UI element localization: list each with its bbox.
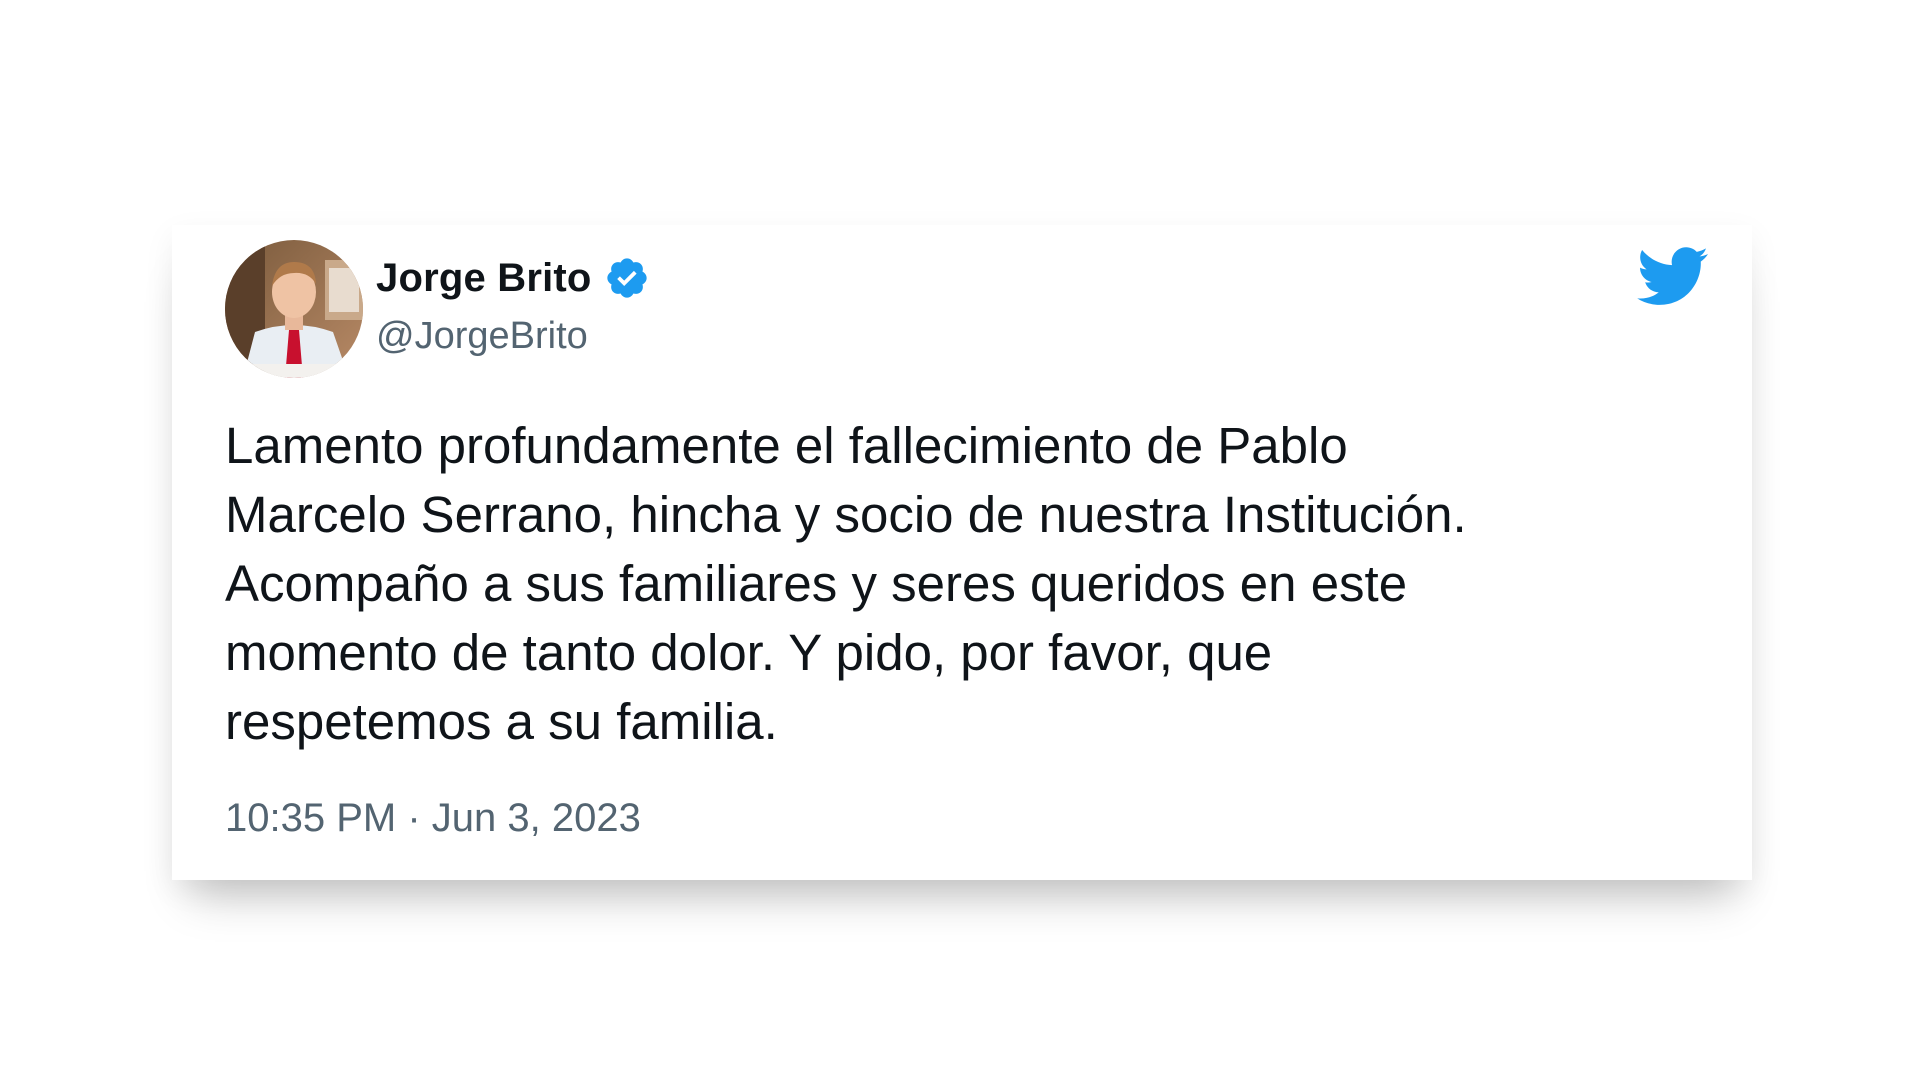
- tweet-text: Lamento profundamente el fallecimiento d…: [225, 417, 1467, 750]
- twitter-bird-icon[interactable]: [1637, 247, 1709, 307]
- handle[interactable]: @JorgeBrito: [376, 315, 650, 358]
- author-block: Jorge Brito @JorgeBrito: [376, 253, 650, 358]
- avatar-photo: [225, 240, 363, 378]
- verified-badge-icon: [604, 255, 650, 301]
- tweet-timestamp[interactable]: 10:35 PM · Jun 3, 2023: [225, 796, 641, 841]
- display-name[interactable]: Jorge Brito: [376, 256, 592, 301]
- tweet-card[interactable]: Jorge Brito @JorgeBrito Lamento profunda…: [172, 225, 1752, 880]
- screenshot-canvas: Jorge Brito @JorgeBrito Lamento profunda…: [0, 0, 1920, 1080]
- name-row: Jorge Brito: [376, 253, 650, 303]
- avatar[interactable]: [225, 240, 363, 378]
